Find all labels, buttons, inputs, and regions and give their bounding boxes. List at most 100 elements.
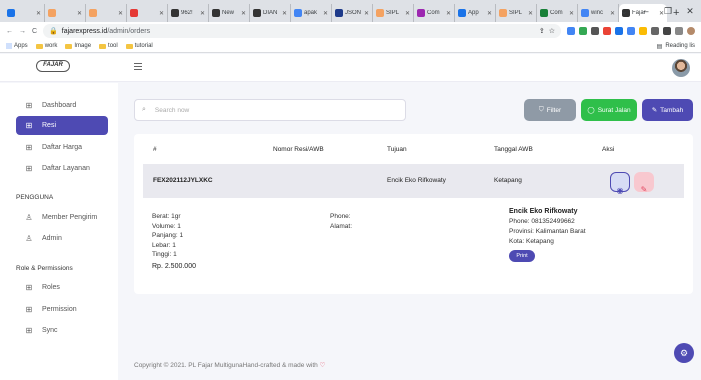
extension-icon[interactable] (627, 27, 635, 35)
avatar[interactable] (672, 59, 690, 77)
browser-tab[interactable]: New ✕ (209, 4, 250, 22)
heart-icon: ♡ (319, 362, 326, 369)
bookmark-apps[interactable]: Apps (6, 43, 28, 49)
tab-favicon-icon (171, 9, 179, 17)
sidebar-item-permission[interactable]: ⊞ Permission (16, 300, 108, 319)
browser-tab[interactable]: apak ✕ (291, 4, 332, 22)
back-icon[interactable]: ← (6, 28, 13, 35)
browser-tab[interactable]: ✕ (4, 4, 45, 22)
browser-tab[interactable]: ✕ (127, 4, 168, 22)
sidebar-item-admin[interactable]: ♙ Admin (16, 229, 108, 248)
bookmark-tutorial[interactable]: tutorial (125, 43, 153, 49)
print-button[interactable]: Print (509, 250, 535, 262)
reload-icon[interactable]: C (32, 28, 37, 35)
minimize-icon[interactable]: – (635, 0, 657, 22)
tab-close-icon[interactable]: ✕ (241, 10, 246, 17)
bookmark-image[interactable]: Image (65, 43, 91, 49)
tab-favicon-icon (89, 9, 97, 17)
view-button[interactable]: ◉ (610, 172, 630, 195)
bookmark-work[interactable]: work (35, 43, 57, 49)
menu-toggle-icon[interactable] (134, 63, 142, 70)
tab-close-icon[interactable]: ✕ (36, 10, 41, 17)
sidebar-item-daftar-layanan[interactable]: ⊞ Daftar Layanan (16, 159, 108, 178)
maximize-icon[interactable]: ❐ (657, 0, 679, 22)
profile-icon[interactable] (687, 27, 695, 35)
gear-icon: ⚙ (679, 348, 689, 358)
sidebar-item-resi[interactable]: ⊞ Resi (16, 116, 108, 135)
sidebar-item-member-pengirim[interactable]: ♙ Member Pengirim (16, 208, 108, 227)
sidebar-item-dashboard[interactable]: ⊞ Dashboard (16, 96, 108, 115)
tab-favicon-icon (540, 9, 548, 17)
edit-button[interactable]: ✎ (634, 172, 654, 194)
bookmark-tool[interactable]: tool (99, 43, 118, 49)
queue-icon[interactable] (675, 27, 683, 35)
extension-icon[interactable] (639, 27, 647, 35)
browser-tab[interactable]: ✕ (86, 4, 127, 22)
grid-icon: ⊞ (25, 326, 33, 335)
tambah-button[interactable]: ✎ Tambah (642, 99, 693, 121)
extension-icon[interactable] (603, 27, 611, 35)
tab-close-icon[interactable]: ✕ (118, 10, 123, 17)
filter-button[interactable]: ⛉ Filter (524, 99, 576, 121)
browser-tab[interactable]: SIPL ✕ (373, 4, 414, 22)
forward-icon[interactable]: → (19, 28, 26, 35)
tab-close-icon[interactable]: ✕ (323, 10, 328, 17)
browser-tab[interactable]: JSON ✕ (332, 4, 373, 22)
section-pengguna: PENGGUNA (16, 194, 54, 201)
sidebar-item-roles[interactable]: ⊞ Roles (16, 278, 108, 297)
browser-tab[interactable]: Com ✕ (414, 4, 455, 22)
close-window-icon[interactable]: ✕ (679, 0, 701, 22)
extension-icon[interactable] (615, 27, 623, 35)
browser-tab[interactable]: App ✕ (455, 4, 496, 22)
browser-tab[interactable]: 962! ✕ (168, 4, 209, 22)
app-header: FAJAR (0, 54, 701, 82)
tab-close-icon[interactable]: ✕ (405, 10, 410, 17)
grid-icon: ⊞ (25, 143, 33, 152)
share-icon[interactable]: ⇪ (539, 27, 545, 35)
tab-favicon-icon (417, 9, 425, 17)
grid-icon: ⊞ (25, 164, 33, 173)
tab-close-icon[interactable]: ✕ (487, 10, 492, 17)
browser-tab[interactable]: ✕ (45, 4, 86, 22)
extension-icon[interactable] (591, 27, 599, 35)
extension-icon[interactable] (579, 27, 587, 35)
sidebar-item-sync[interactable]: ⊞ Sync (16, 321, 108, 340)
address-bar-row: ← → C 🔒 fajarexpress.id/admin/orders ⇪ ☆ (0, 22, 701, 40)
tab-favicon-icon (130, 9, 138, 17)
tab-label: App (468, 10, 479, 16)
tab-close-icon[interactable]: ✕ (200, 10, 205, 17)
tab-close-icon[interactable]: ✕ (77, 10, 82, 17)
browser-tab[interactable]: DIAN ✕ (250, 4, 291, 22)
brand-logo[interactable]: FAJAR (36, 60, 70, 72)
header-tujuan: Tujuan (387, 146, 407, 153)
tab-search-icon[interactable]: ⌄ (613, 0, 635, 22)
resi-number: FEX202112JYLXKC (153, 177, 213, 184)
reading-list[interactable]: ▤ Reading lis (657, 43, 695, 50)
search-icon: ⌕ (142, 106, 146, 113)
browser-tab[interactable]: Com ✕ (537, 4, 578, 22)
browser-tab[interactable]: SIPL ✕ (496, 4, 537, 22)
tab-close-icon[interactable]: ✕ (569, 10, 574, 17)
table-row[interactable]: FEX202112JYLXKC Encik Eko Rifkowaty Keta… (143, 164, 684, 198)
total-price: Rp. 2.500.000 (152, 262, 196, 270)
sidebar-item-daftar-harga[interactable]: ⊞ Daftar Harga (16, 138, 108, 157)
tab-close-icon[interactable]: ✕ (364, 10, 369, 17)
tab-close-icon[interactable]: ✕ (282, 10, 287, 17)
bookmark-star-icon[interactable]: ☆ (549, 27, 555, 35)
tab-close-icon[interactable]: ✕ (159, 10, 164, 17)
tab-close-icon[interactable]: ✕ (528, 10, 533, 17)
tab-favicon-icon (7, 9, 15, 17)
search-input[interactable]: ⌕ Search now (134, 99, 406, 121)
tab-favicon-icon (294, 9, 302, 17)
settings-fab[interactable]: ⚙ (674, 343, 694, 363)
tab-label: apak (304, 10, 318, 16)
tab-close-icon[interactable]: ✕ (446, 10, 451, 17)
extension-icon[interactable] (567, 27, 575, 35)
url-field[interactable]: 🔒 fajarexpress.id/admin/orders ⇪ ☆ (43, 24, 561, 38)
puzzle-icon[interactable] (663, 27, 671, 35)
tab-label: Com (550, 10, 563, 16)
extensions (567, 27, 695, 35)
surat-jalan-button[interactable]: ◯ Surat Jalan (581, 99, 637, 121)
user-icon: ♙ (25, 234, 33, 243)
extension-icon[interactable] (651, 27, 659, 35)
